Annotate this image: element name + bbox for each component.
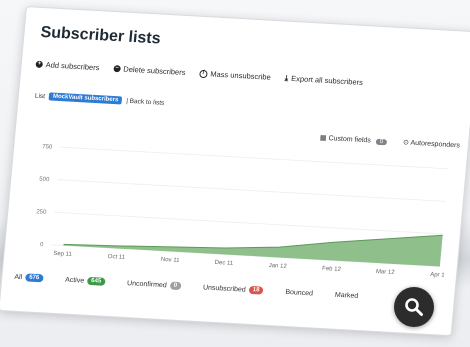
y-tick-label: 0	[40, 242, 45, 248]
breadcrumb-prefix: List	[34, 92, 46, 100]
x-tick-label: Dec 11	[214, 260, 234, 267]
gridline	[54, 211, 443, 235]
x-tick-label: Feb 12	[322, 266, 342, 273]
page-title: Subscriber lists	[39, 23, 162, 48]
tab-unconfirmed-count: 0	[169, 281, 182, 291]
custom-fields-link[interactable]: ▦ Custom fields 0	[320, 134, 388, 146]
mass-unsubscribe-label: Mass unsubscribe	[209, 69, 272, 82]
screenshot-stage: Subscriber lists + Add subscribers − Del…	[0, 0, 470, 347]
delete-subscribers-label: Delete subscribers	[122, 64, 186, 77]
x-tick-label: Mar 12	[376, 269, 396, 276]
add-subscribers-label: Add subscribers	[45, 60, 100, 73]
x-tick-label: Sep 11	[53, 251, 73, 258]
clock-icon: ⊙	[402, 139, 410, 147]
x-tick-label: Apr 12	[430, 272, 449, 279]
custom-fields-count: 0	[375, 138, 388, 146]
tab-active-count: 645	[86, 276, 106, 286]
subscriber-lists-panel: Subscriber lists + Add subscribers − Del…	[0, 6, 470, 337]
search-icon	[405, 298, 423, 316]
ban-icon: /	[199, 69, 208, 78]
plus-circle-icon: +	[35, 60, 44, 69]
gridline	[57, 179, 446, 202]
y-tick-label: 250	[36, 209, 47, 216]
add-subscribers-button[interactable]: + Add subscribers	[35, 60, 100, 73]
download-icon: ⤓	[284, 73, 289, 83]
autoresponders-link[interactable]: ⊙ Autoresponders	[403, 138, 460, 149]
tab-unsubscribed-count: 18	[248, 285, 264, 295]
list-links: ▦ Custom fields 0 ⊙ Autoresponders	[320, 134, 461, 150]
tab-all[interactable]: All 676	[14, 273, 44, 283]
action-bar: + Add subscribers − Delete subscribers /…	[35, 60, 363, 87]
tab-marked[interactable]: Marked	[335, 291, 359, 299]
x-tick-label: Oct 11	[107, 254, 125, 261]
back-to-lists-link[interactable]: | Back to lists	[126, 97, 165, 106]
y-tick-label: 750	[42, 144, 53, 151]
breadcrumb: List MockVault subscribers | Back to lis…	[35, 92, 165, 107]
export-subscribers-button[interactable]: ⤓ Export all subscribers	[284, 74, 363, 87]
minus-circle-icon: −	[113, 64, 121, 73]
x-tick-label: Nov 11	[161, 257, 181, 264]
zoom-search-button[interactable]	[394, 287, 434, 327]
x-tick-label: Jan 12	[268, 263, 287, 270]
breadcrumb-current-list: MockVault subscribers	[48, 92, 123, 105]
gridline	[60, 146, 449, 170]
tab-all-count: 676	[24, 273, 44, 283]
export-subscribers-label: Export all subscribers	[290, 73, 364, 87]
table-icon: ▦	[319, 134, 327, 142]
delete-subscribers-button[interactable]: − Delete subscribers	[113, 64, 186, 77]
y-tick-label: 500	[39, 177, 50, 184]
tab-bounced[interactable]: Bounced	[285, 288, 313, 297]
mass-unsubscribe-button[interactable]: / Mass unsubscribe	[199, 69, 271, 82]
